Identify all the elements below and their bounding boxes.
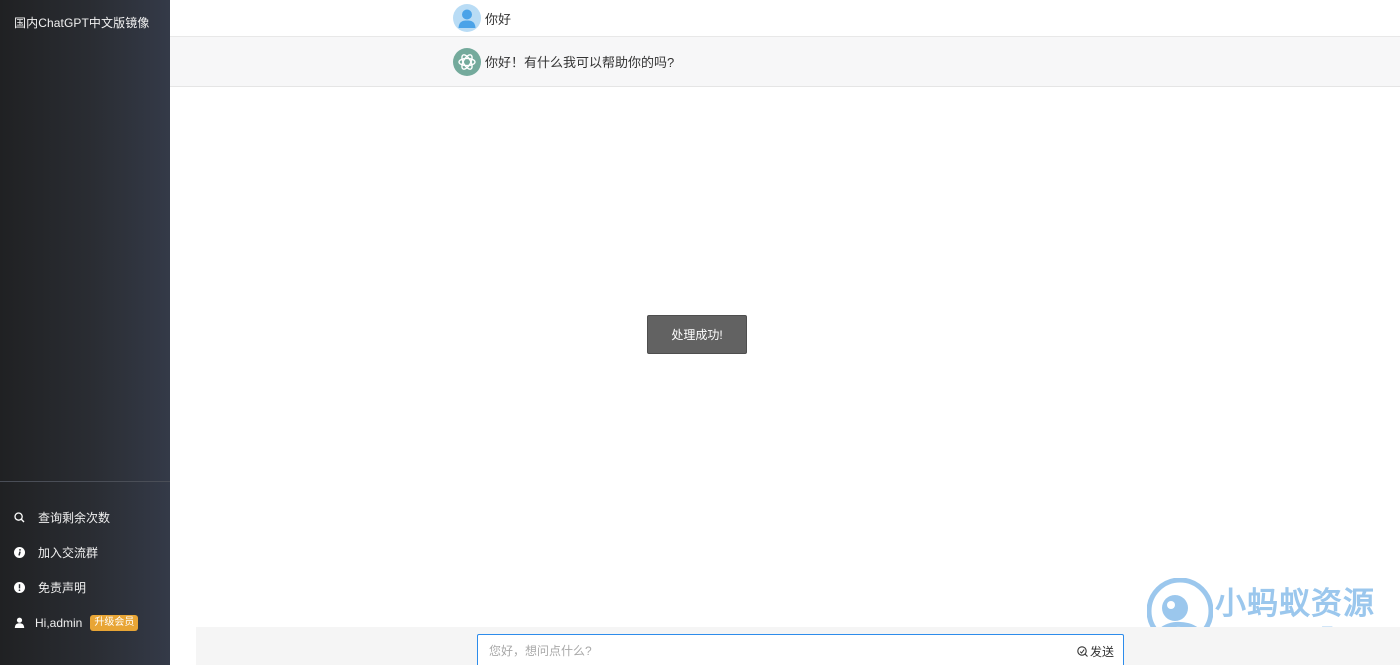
search-icon [14,512,25,523]
sidebar-item-remaining-count[interactable]: 查询剩余次数 [0,500,170,535]
message-input-box: 发送 [477,634,1124,665]
sidebar-item-label: 加入交流群 [38,546,99,560]
info-icon [14,547,25,558]
send-button[interactable]: 发送 [1077,643,1114,660]
upgrade-vip-badge[interactable]: 升级会员 [90,614,139,631]
sidebar-item-join-group[interactable]: 加入交流群 [0,535,170,570]
app-title: 国内ChatGPT中文版镜像 [14,16,150,30]
message-assistant: 你好！有什么我可以帮助你的吗? [170,37,1400,87]
send-icon [1077,645,1088,657]
message-text: 你好 [485,11,512,27]
user-icon [14,617,25,628]
sidebar-item-user[interactable]: Hi,admin 升级会员 [0,605,170,640]
input-bar: 发送 [196,627,1400,665]
sidebar: 国内ChatGPT中文版镜像 查询剩余次数 加入交流群 免责声明 Hi,admi… [0,0,170,665]
user-greeting: Hi,admin [35,615,83,630]
chatgpt-logo-icon [453,47,481,76]
message-input[interactable] [478,635,1077,665]
chat-area: 你好 你好！有什么我可以帮助你的吗? [170,0,1400,87]
sidebar-item-disclaimer[interactable]: 免责声明 [0,570,170,605]
sidebar-item-label: 免责声明 [38,581,87,595]
alert-icon [14,582,25,593]
sidebar-item-label: 查询剩余次数 [38,511,111,525]
message-user: 你好 [170,0,1400,37]
send-label: 发送 [1089,644,1114,659]
sidebar-menu: 查询剩余次数 加入交流群 免责声明 Hi,admin 升级会员 [0,500,170,640]
user-avatar-icon [453,4,481,32]
success-toast: 处理成功! [647,315,747,354]
sidebar-divider [0,481,170,482]
message-text: 你好！有什么我可以帮助你的吗? [485,55,675,70]
